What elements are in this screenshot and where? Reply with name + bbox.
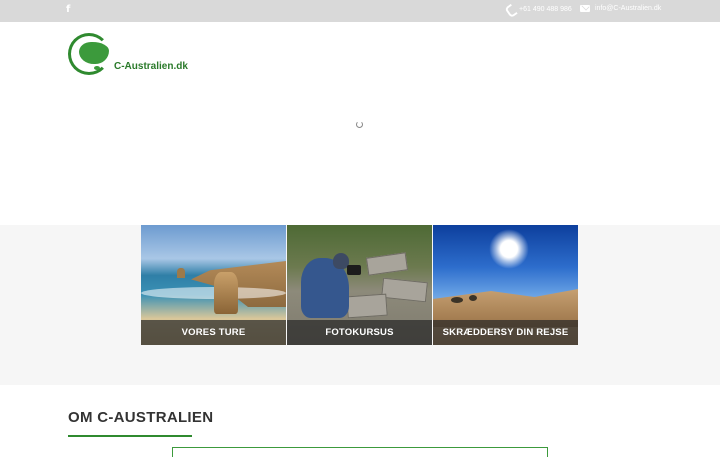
bush bbox=[451, 297, 463, 303]
email-address[interactable]: info@C-Australien.dk bbox=[595, 5, 661, 12]
phone-contact[interactable]: +61 490 488 986 bbox=[506, 5, 572, 13]
tile-caption: VORES TURE bbox=[141, 320, 286, 345]
phone-number[interactable]: +61 490 488 986 bbox=[519, 6, 572, 13]
tile-caption: FOTOKURSUS bbox=[287, 320, 432, 345]
section-title: OM C-AUSTRALIEN bbox=[68, 409, 214, 426]
tile-vores-ture[interactable]: VORES TURE bbox=[141, 225, 286, 345]
envelope-icon bbox=[580, 5, 590, 12]
site-logo[interactable]: C-Australien.dk bbox=[68, 33, 198, 77]
facebook-icon[interactable]: f bbox=[66, 4, 70, 15]
email-contact[interactable]: info@C-Australien.dk bbox=[580, 5, 661, 12]
rock-stack-small bbox=[177, 268, 185, 278]
rock-slab bbox=[365, 252, 409, 276]
phone-icon bbox=[506, 5, 514, 13]
tile-caption: SKRÆDDERSY DIN REJSE bbox=[433, 320, 578, 345]
top-bar: f +61 490 488 986 info@C-Australien.dk bbox=[0, 0, 720, 22]
cliff-shape bbox=[191, 261, 286, 307]
sun-icon bbox=[489, 229, 529, 269]
rock-slab bbox=[381, 277, 428, 303]
logo-text: C-Australien.dk bbox=[114, 61, 188, 72]
tile-fotokursus[interactable]: FOTOKURSUS bbox=[287, 225, 432, 345]
tile-skraeddersy[interactable]: SKRÆDDERSY DIN REJSE bbox=[433, 225, 578, 345]
loading-spinner-icon bbox=[356, 121, 363, 128]
title-underline bbox=[68, 435, 192, 437]
camera-icon bbox=[347, 265, 361, 275]
content-box bbox=[172, 447, 548, 457]
rock-slab bbox=[346, 293, 388, 319]
rock-stack bbox=[214, 272, 238, 314]
bush bbox=[469, 295, 477, 301]
